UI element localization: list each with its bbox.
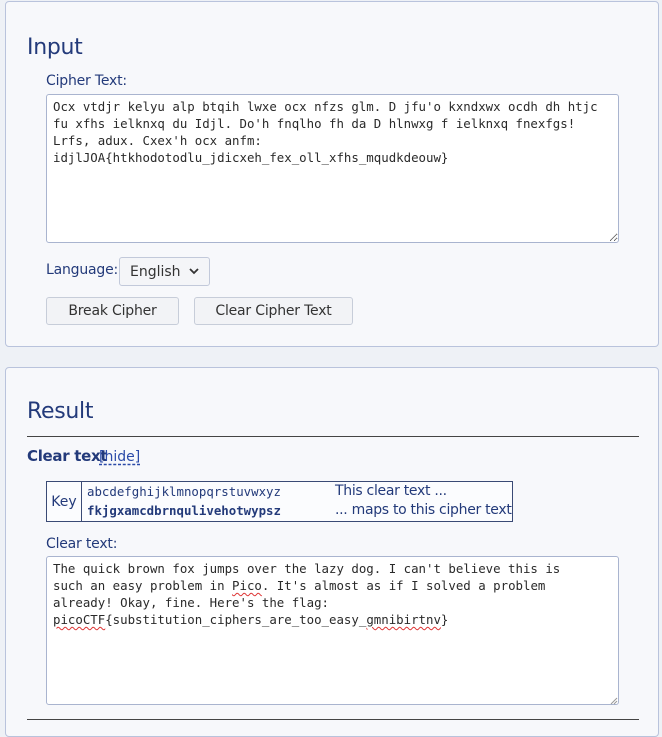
result-title: Result <box>27 399 94 424</box>
clear-text-line: already! Okay, fine. Here's the flag: <box>53 595 330 610</box>
clear-text-heading: Clear text <box>27 447 108 465</box>
clear-text-segment: such an easy problem in <box>53 578 233 593</box>
key-cipher-alphabet: fkjgxamcdbrnqulivehotwypsz <box>87 503 281 518</box>
key-cipher-description: ... maps to this cipher text <box>335 502 512 518</box>
input-panel: Input Cipher Text: Ocx vtdjr kelyu alp b… <box>5 1 659 347</box>
key-label: Key <box>47 482 82 521</box>
spellcheck-word: picoCTF <box>53 612 106 627</box>
clear-text-label: Clear text: <box>46 536 118 552</box>
clear-text-segment: {substitution_ciphers_are_too_easy_ <box>105 612 367 627</box>
result-bottom-divider <box>27 719 639 720</box>
input-title: Input <box>27 35 83 60</box>
key-table: Key abcdefghijklmnopqrstuvwxyz fkjgxamcd… <box>46 481 513 522</box>
clear-text-output[interactable]: The quick brown fox jumps over the lazy … <box>46 556 619 705</box>
break-cipher-button[interactable]: Break Cipher <box>46 297 179 325</box>
clear-text-line: such an easy problem in Pico. It's almos… <box>53 577 612 594</box>
key-plain-alphabet: abcdefghijklmnopqrstuvwxyz <box>87 484 281 499</box>
chevron-down-icon <box>189 268 199 275</box>
language-select-value: English <box>130 263 181 280</box>
clear-text-line: The quick brown fox jumps over the lazy … <box>53 561 561 576</box>
result-title-divider <box>27 436 639 437</box>
result-panel: Result Clear text [hide] Key abcdefghijk… <box>5 367 659 737</box>
spellcheck-word: gmnibirtnv <box>366 612 441 627</box>
key-plain-description: This clear text ... <box>335 483 447 499</box>
cipher-text-input[interactable]: Ocx vtdjr kelyu alp btqih lwxe ocx nfzs … <box>46 94 619 243</box>
clear-text-segment: } <box>440 612 449 627</box>
clear-text-line: picoCTF{substitution_ciphers_are_too_eas… <box>53 611 612 628</box>
cipher-text-label: Cipher Text: <box>46 73 127 89</box>
language-label: Language: <box>46 262 119 278</box>
language-select[interactable]: English <box>119 257 210 286</box>
clear-text-segment: . It's almost as if I solved a problem <box>261 578 546 593</box>
hide-link[interactable]: [hide] <box>99 449 140 465</box>
resize-grip-icon[interactable] <box>609 696 618 705</box>
spellcheck-word: Pico <box>232 578 262 593</box>
clear-cipher-text-button[interactable]: Clear Cipher Text <box>194 297 353 325</box>
